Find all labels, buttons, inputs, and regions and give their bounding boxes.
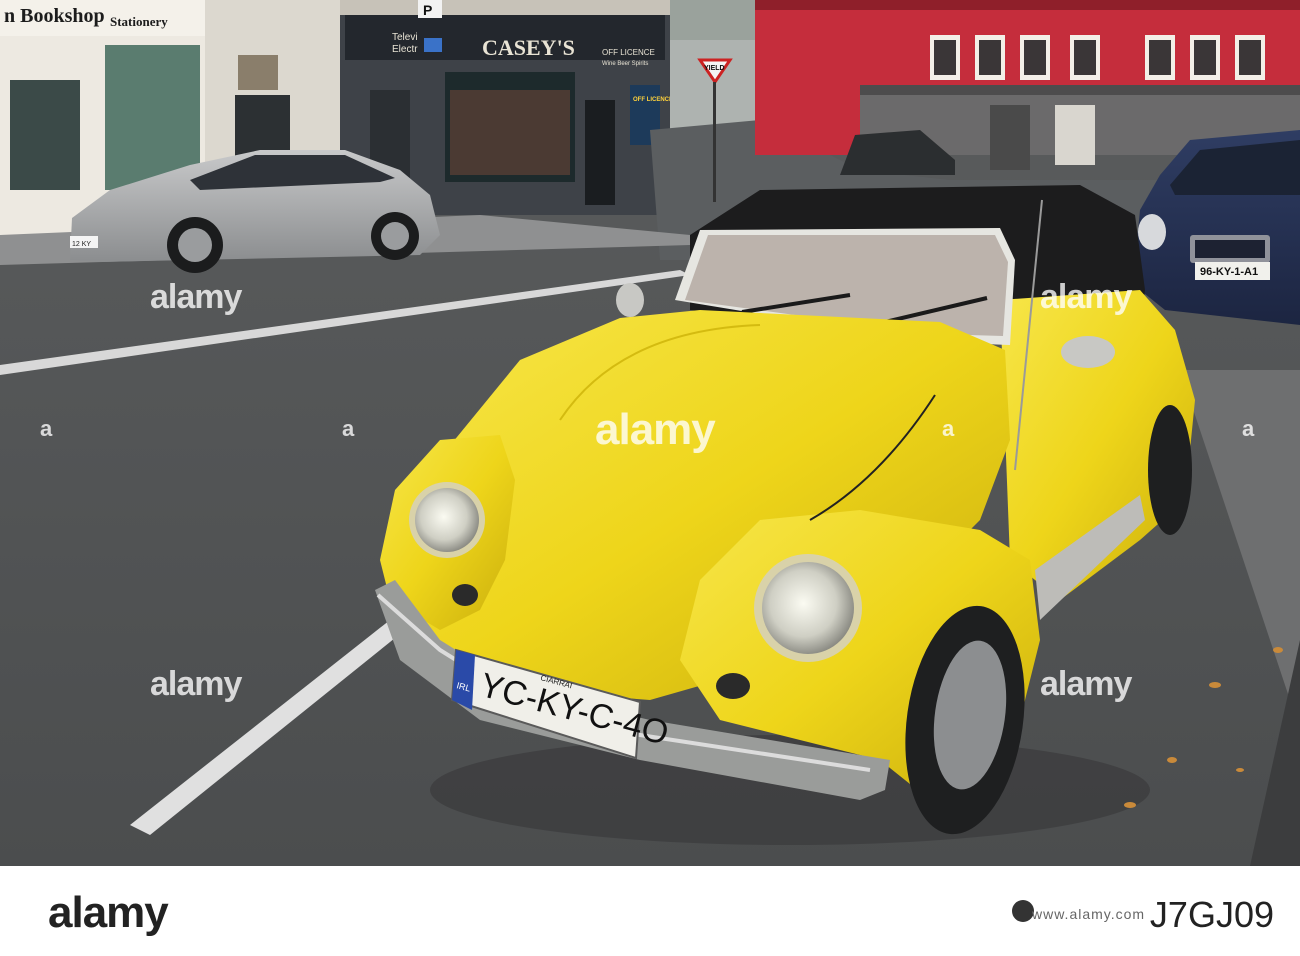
- footer-bar: alamy www.alamy.com J7GJ09: [0, 866, 1300, 956]
- caseys-sign: CASEY'S: [482, 35, 575, 60]
- street-photo: n Bookshop Stationery CASEY'S OFF LICENC…: [0, 0, 1300, 866]
- honda-plate: 96-KY-1-A1: [1200, 266, 1258, 278]
- off-licence-label: OFF LICENCE: [602, 48, 655, 57]
- watermark-tick-2: a: [342, 416, 355, 441]
- footer-logo: alamy: [48, 888, 169, 937]
- bookshop-sign: n Bookshop: [4, 5, 105, 27]
- stationery-sign: Stationery: [110, 14, 168, 29]
- footer-image-id: J7GJ09: [1149, 894, 1274, 935]
- tele-sign: Televi: [392, 32, 418, 43]
- footer-url: www.alamy.com: [1032, 906, 1146, 922]
- offlicence-board: OFF LICENCE: [633, 97, 673, 103]
- watermark-center: alamy: [595, 405, 716, 454]
- parking-sign: P: [423, 2, 432, 18]
- watermark-tick-4: a: [1242, 416, 1255, 441]
- watermark-bottom-right: alamy: [1040, 665, 1132, 703]
- globe-icon: [1012, 900, 1034, 922]
- watermark-top-right: alamy: [1040, 278, 1132, 316]
- silver-car-plate: 12 KY: [72, 241, 91, 248]
- wine-beer-label: Wine Beer Spirits: [602, 61, 648, 67]
- yield-sign: YIELD: [704, 65, 725, 72]
- watermark-tick-1: a: [40, 416, 53, 441]
- electr-sign: Electr: [392, 44, 418, 55]
- watermark-bottom-left: alamy: [150, 665, 242, 703]
- watermark-top-left: alamy: [150, 278, 242, 316]
- watermark-tick-3: a: [942, 416, 955, 441]
